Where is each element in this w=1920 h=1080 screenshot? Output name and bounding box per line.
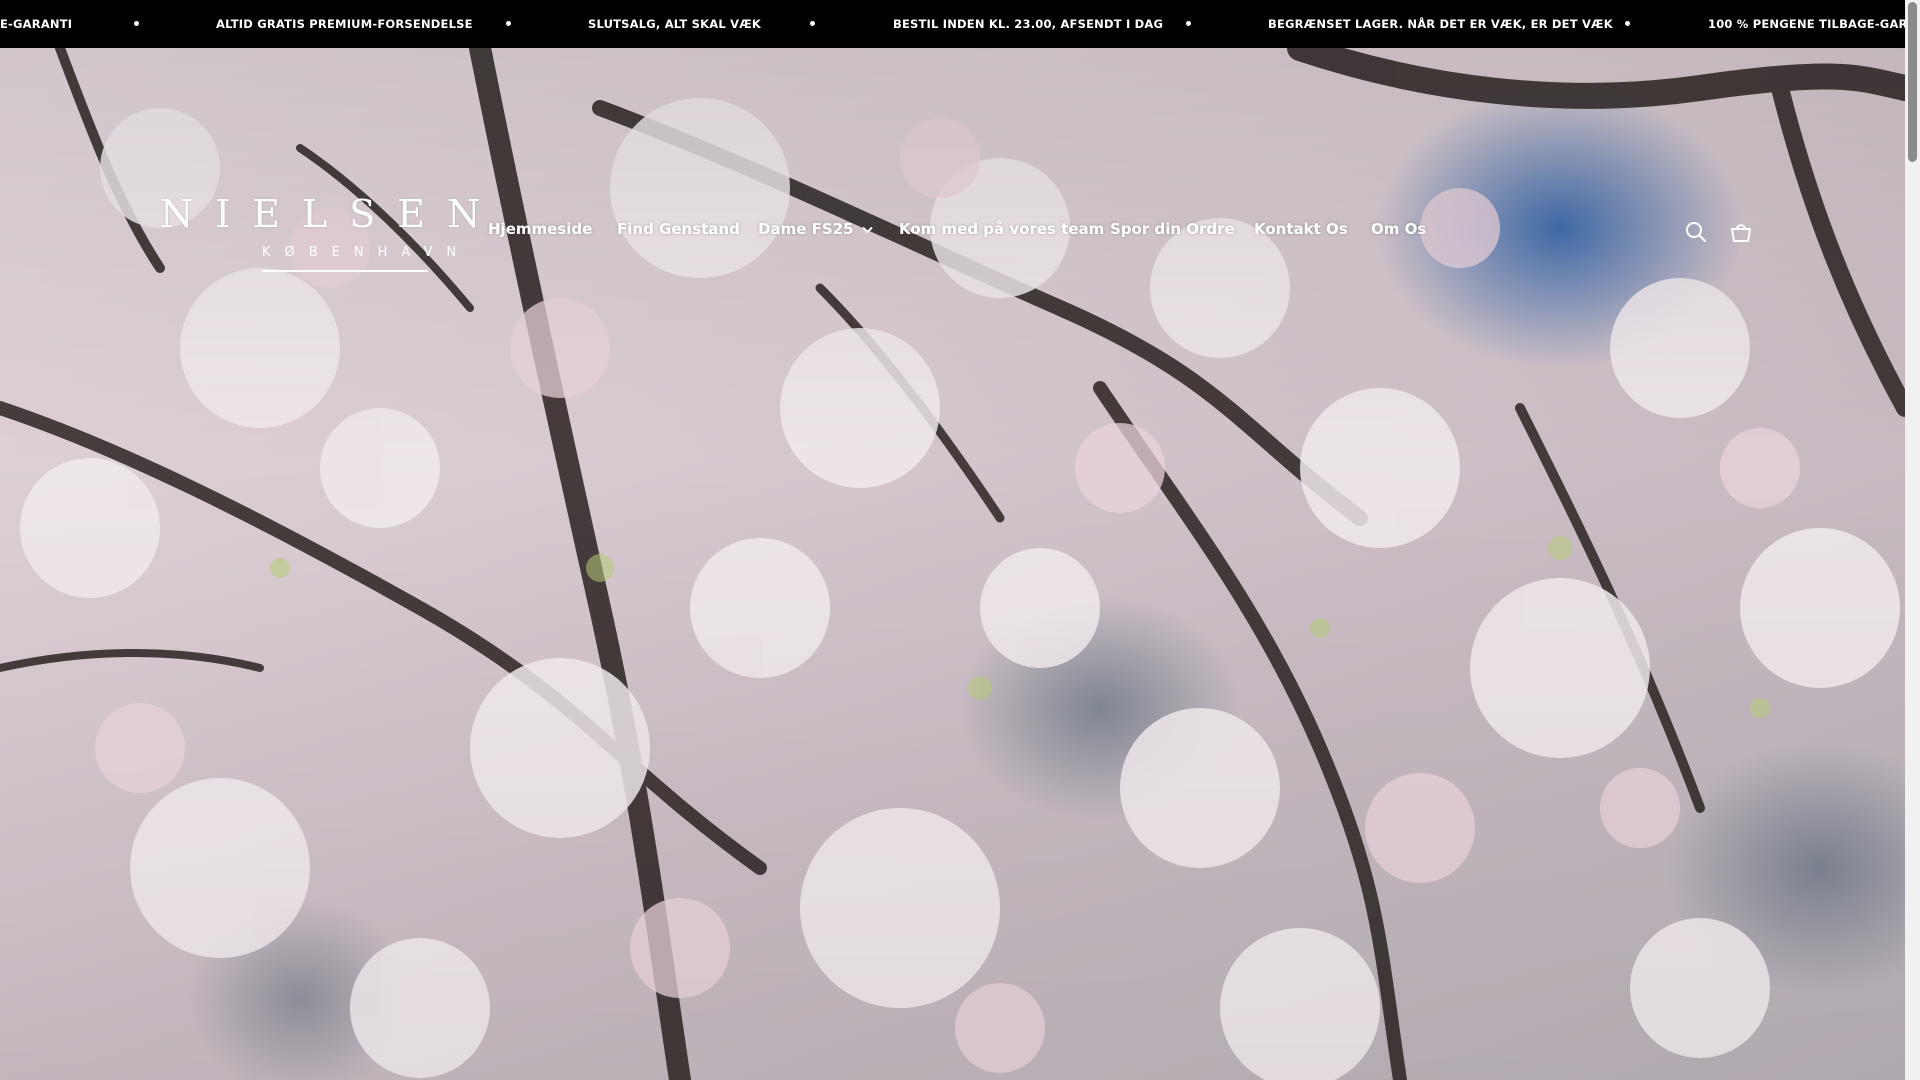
announcement-separator xyxy=(1186,21,1191,26)
announcement-separator xyxy=(134,21,139,26)
announcement-item: 100 % PENGENE TILBAGE-GARANTI xyxy=(1708,17,1905,31)
announcement-separator xyxy=(1625,21,1630,26)
logo-subtitle: KØBENHAVN xyxy=(262,245,471,260)
announcement-separator xyxy=(810,21,815,26)
store-logo[interactable]: NIELSEN KØBENHAVN xyxy=(160,192,480,276)
scrollbar-thumb[interactable] xyxy=(1908,2,1917,162)
logo-underline xyxy=(262,270,428,272)
announcement-item: ALTID GRATIS PREMIUM-FORSENDELSE xyxy=(216,17,473,31)
announcement-item: E-GARANTI xyxy=(0,17,73,31)
search-icon[interactable] xyxy=(1684,220,1708,244)
nav-item-kom-med[interactable]: Kom med på vores team xyxy=(899,220,1104,238)
announcement-bar: E-GARANTI ALTID GRATIS PREMIUM-FORSENDEL… xyxy=(0,0,1905,48)
announcement-item: SLUTSALG, ALT SKAL VÆK xyxy=(588,17,761,31)
announcement-separator xyxy=(506,21,511,26)
page: E-GARANTI ALTID GRATIS PREMIUM-FORSENDEL… xyxy=(0,0,1920,1080)
announcement-item: BESTIL INDEN KL. 23.00, AFSENDT I DAG xyxy=(893,17,1164,31)
nav-item-kontakt-os[interactable]: Kontakt Os xyxy=(1254,220,1348,238)
nav-item-hjemmeside[interactable]: Hjemmeside xyxy=(488,220,592,238)
nav-item-spor-din-ordre[interactable]: Spor din Ordre xyxy=(1110,220,1235,238)
nav-item-om-os[interactable]: Om Os xyxy=(1371,220,1426,238)
chevron-down-icon xyxy=(861,226,873,233)
nav-item-label: Dame FS25 xyxy=(758,220,854,238)
nav-item-dame-fs25[interactable]: Dame FS25 xyxy=(758,220,873,238)
announcement-item: BEGRÆNSET LAGER. NÅR DET ER VÆK, ER DET … xyxy=(1268,17,1613,31)
cart-icon[interactable] xyxy=(1729,220,1753,244)
nav-item-find-genstand[interactable]: Find Genstand xyxy=(617,220,740,238)
logo-name: NIELSEN xyxy=(160,192,503,236)
page-scrollbar[interactable] xyxy=(1905,0,1920,1080)
